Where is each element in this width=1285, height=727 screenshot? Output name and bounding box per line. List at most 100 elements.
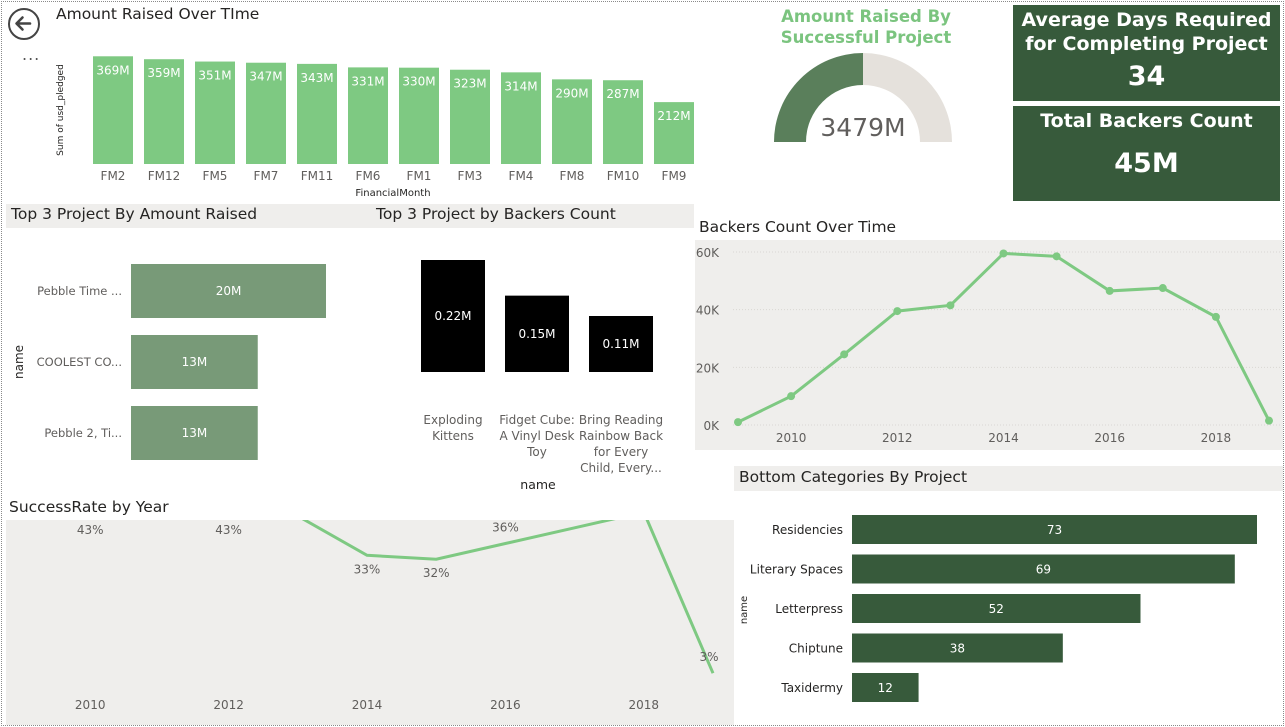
data-label: 330M (402, 75, 435, 89)
x-tick-label: Kittens (432, 429, 474, 443)
y-tick-label: COOLEST CO... (37, 355, 122, 369)
y-tick-label: Letterpress (775, 602, 843, 616)
data-label: 36% (492, 521, 519, 535)
data-label: 331M (351, 74, 384, 88)
series-line (737, 251, 1271, 424)
y-axis-label: name (12, 345, 26, 379)
data-label: 13M (182, 426, 208, 440)
x-axis-label: FinancialMonth (355, 188, 430, 199)
y-tick-label: Pebble 2, Ti... (44, 426, 122, 440)
x-tick-label: Rainbow Back (579, 429, 663, 443)
data-label: 69 (1036, 563, 1051, 577)
x-tick-label: 2010 (75, 698, 106, 712)
y-tick-label: 40K (696, 304, 720, 318)
avg-days-title: Average Days Required for Completing Pro… (1021, 9, 1272, 55)
series-line (301, 520, 715, 674)
x-tick-label: for Every (594, 445, 648, 459)
backers-over-time-chart[interactable]: 0K 20K 40K 60K 2010 2012 2014 2016 2018 (695, 240, 1283, 450)
data-point (1265, 416, 1273, 425)
x-tick-label: FM2 (101, 169, 126, 183)
total-backers-value: 45M (1114, 148, 1179, 179)
y-tick-label: Literary Spaces (750, 563, 843, 577)
x-tick-label: FM8 (560, 169, 585, 183)
x-tick-label: 2010 (776, 431, 807, 445)
x-tick-label: 2016 (1094, 431, 1125, 445)
data-label: 73 (1047, 523, 1062, 537)
top3-backers-title: Top 3 Project by Backers Count (376, 205, 616, 223)
x-tick-label: 2018 (629, 698, 660, 712)
y-tick-label: 0K (703, 419, 720, 433)
x-tick-label: FM11 (301, 169, 334, 183)
data-point (1105, 286, 1114, 295)
avg-days-value: 34 (1127, 61, 1166, 92)
total-backers-card: Total Backers Count 45M (1013, 106, 1280, 201)
data-label: 32% (423, 566, 450, 580)
x-tick-label: FM4 (509, 169, 534, 183)
data-label: 290M (555, 86, 588, 100)
x-tick-label: 2016 (490, 698, 521, 712)
y-tick-label: 60K (696, 246, 720, 260)
x-tick-label: FM3 (458, 169, 483, 183)
amount-over-time-title: Amount Raised Over TIme (56, 5, 260, 23)
data-label: 323M (453, 77, 486, 91)
y-tick-label: Chiptune (789, 642, 843, 656)
data-point (787, 392, 796, 401)
x-tick-label: FM10 (607, 169, 640, 183)
bottom-categories-chart[interactable]: name 73 Residencies 69 Literary Spaces 52 Lett… (734, 500, 1283, 720)
x-tick-label: Bring Reading (579, 413, 663, 427)
data-label: 314M (504, 79, 537, 93)
x-tick-label: 2012 (882, 431, 913, 445)
x-tick-label: Child, Every... (580, 461, 662, 475)
data-label: 43% (215, 523, 242, 537)
x-tick-label: 2012 (213, 698, 244, 712)
x-tick-label: 2014 (352, 698, 383, 712)
x-tick-label: Fidget Cube: (499, 413, 575, 427)
y-tick-label: Pebble Time ... (37, 284, 122, 298)
data-label: 3% (699, 650, 718, 664)
data-label: 13M (182, 355, 208, 369)
data-label: 20M (216, 284, 242, 298)
more-options-icon[interactable]: ... (22, 47, 40, 63)
data-point (1211, 312, 1220, 321)
data-label: 287M (606, 87, 639, 101)
amount-over-time-chart[interactable]: Sum of usd_pledged 369M FM2 359M FM12 351M FM5… (50, 28, 700, 203)
data-point (946, 301, 955, 310)
back-button[interactable] (8, 8, 40, 40)
data-label: 343M (300, 71, 333, 85)
top3-amount-chart[interactable]: name 20M Pebble Time ... 13M COOLEST CO... 13… (6, 232, 366, 472)
y-tick-label: 20K (696, 361, 720, 375)
data-label: 52 (989, 602, 1004, 616)
data-point (893, 307, 902, 316)
bottom-categories-title: Bottom Categories By Project (739, 468, 968, 486)
success-rate-chart[interactable]: 44%43%45%43%43%33%32%36%40%44%3%20102012… (6, 520, 734, 725)
data-label: 0.22M (434, 309, 471, 323)
x-axis-label: name (520, 477, 556, 492)
data-label: 0.11M (602, 337, 639, 351)
x-tick-label: FM5 (203, 169, 228, 183)
x-tick-label: 2018 (1201, 431, 1232, 445)
x-tick-label: Exploding (423, 413, 482, 427)
data-label: 12 (878, 681, 893, 695)
x-tick-label: FM12 (148, 169, 181, 183)
y-axis-label: name (739, 596, 750, 624)
x-tick-label: FM1 (407, 169, 432, 183)
x-tick-label: FM7 (254, 169, 279, 183)
top3-backers-chart[interactable]: 0.22M Exploding Kittens 0.15M Fidget Cube: A … (400, 232, 695, 497)
data-label: 38 (950, 642, 965, 656)
y-tick-label: Residencies (772, 523, 843, 537)
top3-amount-title: Top 3 Project By Amount Raised (11, 205, 258, 223)
data-label: 43% (77, 523, 104, 537)
arrow-left-circle-icon (15, 16, 32, 31)
gauge-title: Amount Raised By Successful Project (780, 7, 952, 47)
x-tick-label: A Vinyl Desk (500, 429, 575, 443)
x-tick-label: Toy (526, 445, 547, 459)
x-tick-label: FM6 (356, 169, 381, 183)
data-point (840, 350, 849, 359)
data-label: 351M (198, 69, 231, 83)
success-rate-title: SuccessRate by Year (9, 498, 169, 516)
data-point (1158, 284, 1167, 293)
x-tick-label: 2014 (988, 431, 1019, 445)
amount-gauge[interactable]: 3479M (766, 50, 961, 150)
y-tick-label: Taxidermy (780, 681, 843, 695)
data-point (734, 418, 742, 427)
